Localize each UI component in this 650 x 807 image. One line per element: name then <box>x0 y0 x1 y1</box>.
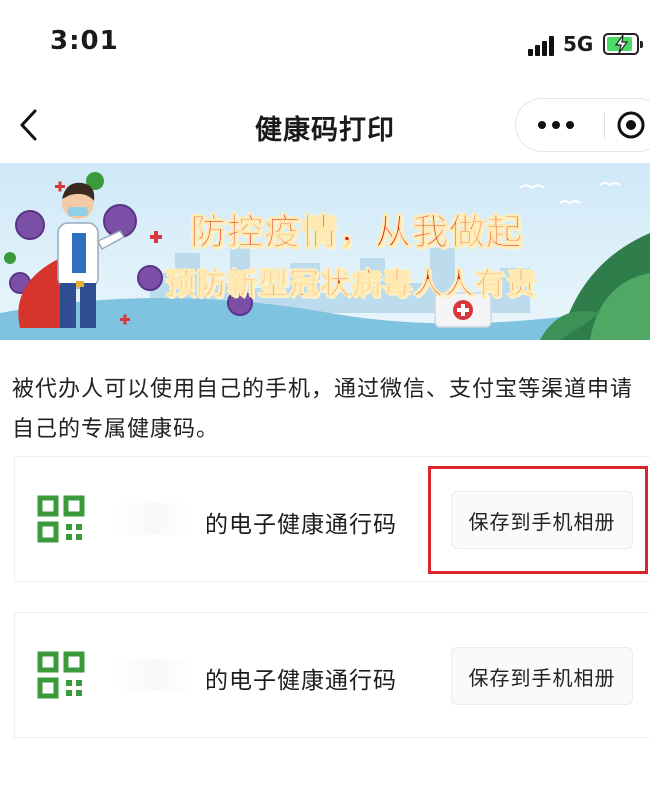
mini-program-capsule <box>515 98 650 152</box>
banner-headline: 防控疫情，从我做起 <box>190 212 524 254</box>
health-code-card: 的电子健康通行码 保存到手机相册 <box>14 612 650 738</box>
blurred-holder-name <box>115 503 193 535</box>
more-button[interactable] <box>516 99 596 151</box>
navigation-bar: 健康码打印 <box>0 90 650 160</box>
save-to-album-button[interactable]: 保存到手机相册 <box>451 647 633 705</box>
save-to-album-button[interactable]: 保存到手机相册 <box>451 491 633 549</box>
qr-code-icon <box>37 495 85 543</box>
intro-text: 被代办人可以使用自己的手机，通过微信、支付宝等渠道申请自己的专属健康码。 <box>12 377 634 442</box>
banner-subheadline: 预防新型冠状病毒人人有责 <box>165 267 537 303</box>
status-bar: 3:01 5G <box>0 0 650 90</box>
status-time: 3:01 <box>50 26 119 56</box>
card-label: 的电子健康通行码 <box>205 668 397 694</box>
network-type: 5G <box>563 32 594 56</box>
mini-program-close-icon[interactable] <box>616 110 646 140</box>
signal-strength-icon <box>528 36 556 56</box>
card-label: 的电子健康通行码 <box>205 512 397 538</box>
qr-code-icon <box>37 651 85 699</box>
health-code-card: 的电子健康通行码 保存到手机相册 <box>14 456 650 582</box>
charging-bolt-icon <box>614 35 629 53</box>
capsule-divider <box>604 113 605 139</box>
blurred-holder-name <box>115 659 193 691</box>
more-dots-icon <box>538 121 546 129</box>
battery-icon <box>603 33 643 55</box>
